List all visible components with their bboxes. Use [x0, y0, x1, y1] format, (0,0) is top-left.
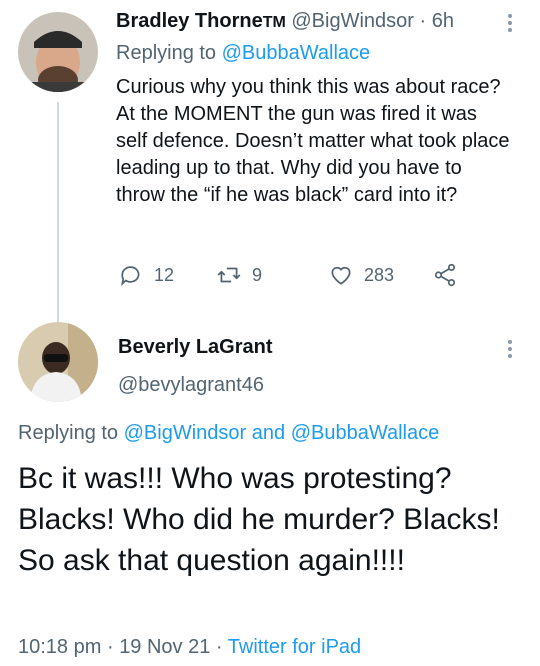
reply-button[interactable]: 12 — [118, 262, 216, 288]
tweet-date[interactable]: 19 Nov 21 — [119, 636, 210, 658]
reply-count: 12 — [154, 264, 175, 285]
replying-to-line: Replying to @BigWindsor and @BubbaWallac… — [18, 422, 439, 445]
author-name[interactable]: Beverly LaGrant — [118, 336, 273, 359]
retweet-button[interactable]: 9 — [216, 262, 328, 288]
tweet1-text: Curious why you think this was about rac… — [116, 76, 510, 206]
separator-dot: · — [419, 10, 427, 32]
share-button[interactable] — [432, 262, 458, 288]
avatar-photo — [18, 12, 98, 92]
tweet-source[interactable]: Twitter for iPad — [228, 636, 361, 658]
author-handle[interactable]: @BigWindsor — [291, 10, 414, 32]
avatar-beverly[interactable] — [18, 322, 98, 402]
author-badge: TM — [262, 14, 286, 31]
like-count: 283 — [364, 264, 395, 285]
replying-to-mention[interactable]: @BubbaWallace — [222, 42, 371, 64]
tweet-time[interactable]: 10:18 pm — [18, 636, 101, 658]
tweet2-meta: 10:18 pm · 19 Nov 21 · Twitter for iPad — [18, 636, 361, 659]
heart-icon — [331, 266, 351, 285]
replying-to-label: Replying to — [18, 422, 119, 444]
tweet1-header: Bradley ThorneTM @BigWindsor · 6h — [116, 10, 454, 33]
replying-to-label: Replying to — [116, 42, 217, 64]
share-icon — [434, 263, 456, 287]
retweet-count: 9 — [252, 264, 263, 285]
retweet-icon — [217, 267, 241, 283]
thread-connector-line — [57, 102, 59, 330]
separator-dot: · — [106, 636, 114, 658]
like-button[interactable]: 283 — [328, 262, 432, 288]
separator-dot: · — [215, 636, 223, 658]
author-name[interactable]: Bradley Thorne — [116, 10, 263, 32]
reply-icon — [120, 266, 140, 287]
avatar-bradley[interactable] — [18, 12, 98, 92]
more-options-icon[interactable] — [508, 14, 514, 32]
tweet2-text: Bc it was!!! Who was protesting? Blacks!… — [18, 462, 500, 577]
replying-to-mention-1[interactable]: @BigWindsor — [124, 422, 247, 444]
author-handle[interactable]: @bevylagrant46 — [118, 374, 264, 397]
tweet-time[interactable]: 6h — [432, 10, 454, 32]
replying-to-mention-2[interactable]: @BubbaWallace — [291, 422, 440, 444]
avatar-photo — [18, 322, 98, 402]
replying-to-line: Replying to @BubbaWallace — [116, 42, 370, 65]
replying-to-and: and — [251, 422, 286, 444]
more-options-icon[interactable] — [508, 340, 514, 358]
tweet1-actions: 12 9 283 — [118, 262, 458, 288]
